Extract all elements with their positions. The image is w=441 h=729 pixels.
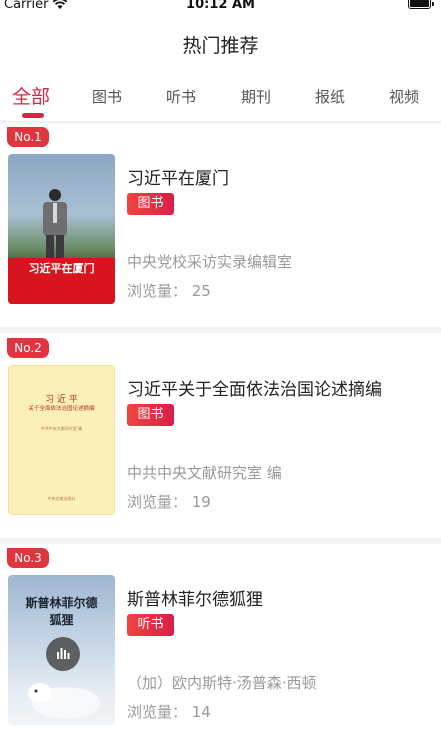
tab-books[interactable]: 图书 [92,86,122,107]
cover-title: 斯普林菲尔德 狐狸 [8,595,115,629]
status-time: 10:12 AM [186,0,255,12]
list-item[interactable]: No.2 习 近 平 关于全面依法治国论述摘编 中共中央文献研究室 编 中央文献… [0,338,441,542]
category-tag: 图书 [127,193,174,215]
audio-bars-icon [57,648,70,659]
item-title[interactable]: 习近平关于全面依法治国论述摘编 [127,375,382,400]
rank-badge: No.3 [7,548,49,568]
cover-title-line: 斯普林菲尔德 [25,596,98,610]
status-bar: Carrier 10:12 AM [0,0,441,14]
tab-videos[interactable]: 视频 [389,86,419,107]
view-count: 浏览量： 19 [127,493,211,511]
cover-editor: 中共中央文献研究室 编 [40,426,83,431]
audiobook-cover[interactable]: 斯普林菲尔德 狐狸 [8,575,115,725]
cover-publisher: 中央文献出版社 [47,496,76,501]
tab-all[interactable]: 全部 [12,82,50,109]
tabs-divider [0,121,441,125]
view-count: 浏览量： 14 [127,703,211,721]
book-cover[interactable]: 习近平在厦门 [8,154,115,304]
tab-journals[interactable]: 期刊 [241,86,271,107]
item-separator [0,327,441,333]
cover-title-line: 狐狸 [49,613,74,627]
item-separator [0,538,441,544]
category-tabs: 全部 图书 听书 期刊 报纸 视频 [0,78,441,122]
item-title[interactable]: 习近平在厦门 [127,164,229,189]
rank-badge: No.2 [7,338,49,358]
item-author: 中央党校采访实录编辑室 [127,253,293,271]
tab-audiobooks[interactable]: 听书 [166,86,196,107]
item-author: （加）欧内斯特·汤普森·西顿 [127,674,317,692]
cover-subtitle: 关于全面依法治国论述摘编 [28,406,95,412]
fox-image [28,683,100,719]
rank-badge: No.1 [7,127,49,147]
category-tag: 听书 [127,614,174,636]
book-cover[interactable]: 习 近 平 关于全面依法治国论述摘编 中共中央文献研究室 编 中央文献出版社 [8,365,115,515]
list-item[interactable]: No.1 习近平在厦门 习近平在厦门 图书 中央党校采访实录编辑室 浏览量： 2… [0,127,441,331]
active-tab-indicator [22,113,44,118]
list-item[interactable]: No.3 斯普林菲尔德 狐狸 斯普林菲尔德狐狸 听书 （加）欧内斯特·汤普森·西… [0,548,441,729]
view-count: 浏览量： 25 [127,282,211,300]
tab-newspapers[interactable]: 报纸 [315,86,345,107]
category-tag: 图书 [127,404,174,426]
cover-person-image [43,189,67,265]
battery-icon [408,0,434,9]
page-title: 热门推荐 [182,35,259,57]
item-author: 中共中央文献研究室 编 [127,464,282,482]
audio-play-icon[interactable] [46,637,80,671]
cover-title: 习近平在厦门 [28,262,95,275]
item-title[interactable]: 斯普林菲尔德狐狸 [127,585,263,610]
